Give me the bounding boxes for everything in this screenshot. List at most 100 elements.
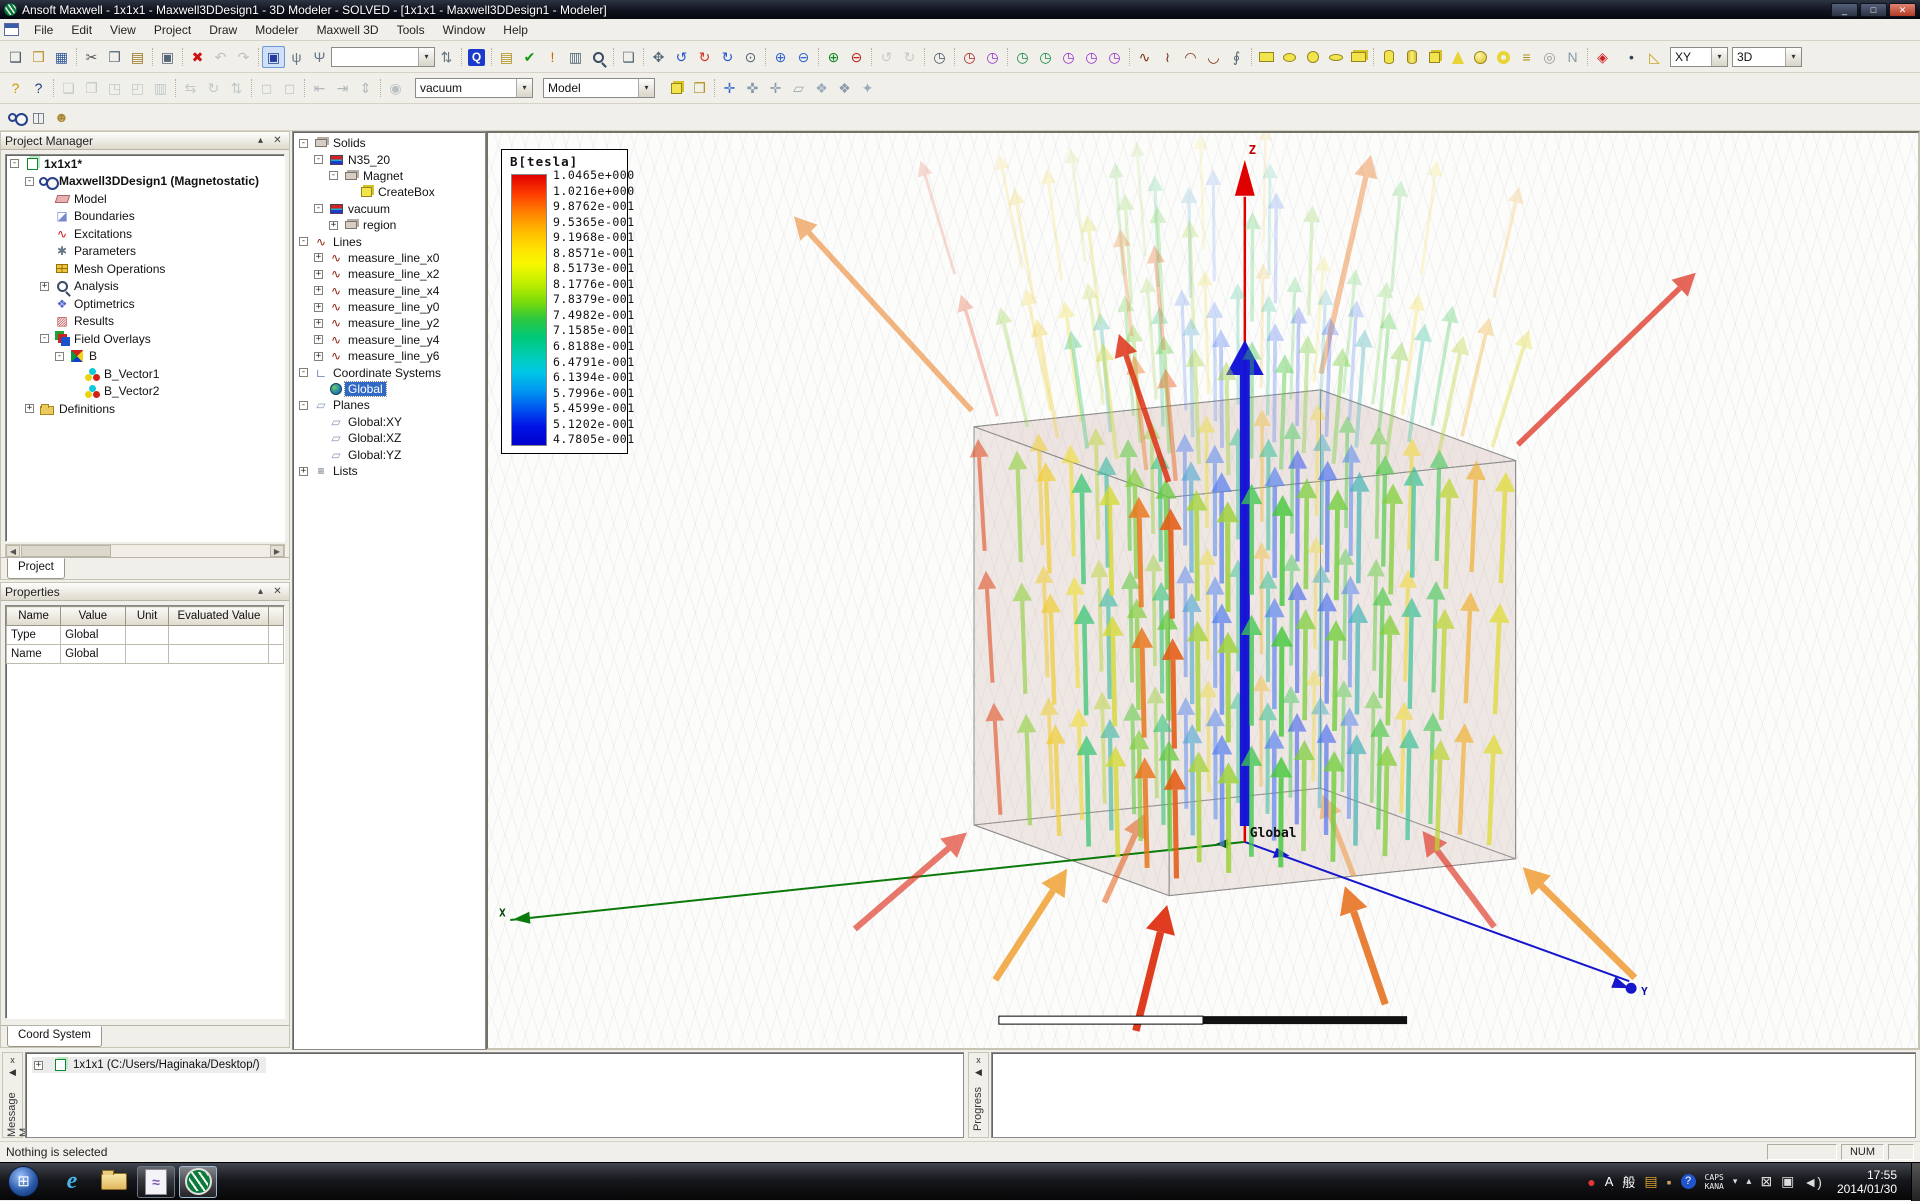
expander[interactable]: - xyxy=(299,237,308,246)
expander[interactable]: - xyxy=(299,139,308,148)
display-icon[interactable]: ▣ xyxy=(1781,1173,1794,1190)
prop-col-evaluated-value[interactable]: Evaluated Value xyxy=(169,607,269,626)
create-group-button[interactable]: ❏ xyxy=(57,77,80,99)
solve-optimetrics-button[interactable]: ◷ xyxy=(1080,46,1103,68)
show-hidden-icons[interactable]: ▴ xyxy=(1746,1176,1751,1187)
tree-item-maxwell3ddesign1-magnetostatic[interactable]: -Maxwell3DDesign1 (Magnetostatic) xyxy=(6,173,284,191)
move-cs-button[interactable]: ▱ xyxy=(787,77,810,99)
menu-project[interactable]: Project xyxy=(145,20,200,40)
drawing-plane-combo-dropdown-icon[interactable]: ▾ xyxy=(1711,48,1727,66)
menu-view[interactable]: View xyxy=(101,20,145,40)
undo-button[interactable]: ↶ xyxy=(209,46,232,68)
selection-combo[interactable]: ▾ xyxy=(331,47,435,67)
snap-edge-button[interactable]: ✜ xyxy=(741,77,764,99)
tree-item-field-overlays[interactable]: -Field Overlays xyxy=(6,330,284,348)
tree-item-results[interactable]: ▨Results xyxy=(6,313,284,331)
draw-line-button[interactable]: ∿ xyxy=(1133,46,1156,68)
move-button[interactable]: ◻ xyxy=(255,77,278,99)
expander[interactable]: - xyxy=(299,368,308,377)
expander[interactable]: - xyxy=(10,159,19,168)
rotate-cs-button[interactable]: ❖ xyxy=(810,77,833,99)
tree-item-magnet[interactable]: -Magnet xyxy=(295,168,485,184)
solve-setup-button[interactable]: ◷ xyxy=(928,46,951,68)
view-combo[interactable]: 3D▾ xyxy=(1732,47,1802,67)
expander[interactable]: - xyxy=(299,401,308,410)
tile-windows-button[interactable]: ◫ xyxy=(27,106,50,128)
expander[interactable]: + xyxy=(25,404,34,413)
expander[interactable]: - xyxy=(314,155,323,164)
draw-sphere-button[interactable] xyxy=(1469,46,1492,68)
solve-nominal-button[interactable]: ◷ xyxy=(1034,46,1057,68)
tree-item-model[interactable]: Model xyxy=(6,190,284,208)
expander[interactable]: - xyxy=(55,352,64,361)
network-error-icon[interactable]: ⊠ xyxy=(1760,1173,1772,1190)
expander[interactable]: + xyxy=(314,303,323,312)
tree-item-1x1x1[interactable]: -1x1x1* xyxy=(6,155,284,173)
zoom-out-region-button[interactable]: ⊖ xyxy=(792,46,815,68)
panel-collapse-icon[interactable]: ▴ xyxy=(253,586,268,597)
model-combo[interactable]: Model▾ xyxy=(543,78,655,98)
draw-arc-center-button[interactable]: ◠ xyxy=(1179,46,1202,68)
expander[interactable]: + xyxy=(329,221,338,230)
tree-item-coordinate-systems[interactable]: -∟Coordinate Systems xyxy=(295,364,485,380)
mdi-child-icon[interactable] xyxy=(4,23,19,36)
rotate-z-button[interactable]: ↻ xyxy=(716,46,739,68)
panel-close-icon[interactable]: x xyxy=(3,1055,22,1065)
create-region-button[interactable] xyxy=(1347,46,1370,68)
tree-item-lines[interactable]: -∿Lines xyxy=(295,233,485,249)
draw-plane-button[interactable]: ◺ xyxy=(1643,46,1666,68)
delete-button[interactable]: ✖ xyxy=(186,46,209,68)
help-tray-icon[interactable]: ? xyxy=(1681,1174,1696,1189)
ime-mode-a[interactable]: A xyxy=(1605,1174,1614,1189)
align-center-button[interactable]: ⇕ xyxy=(354,77,377,99)
ime-toolbox-icon[interactable]: ▤ xyxy=(1644,1173,1657,1190)
taskbar-clock[interactable]: 17:552014/01/30 xyxy=(1837,1168,1897,1196)
menu-draw[interactable]: Draw xyxy=(200,20,246,40)
drawing-plane-combo[interactable]: XY▾ xyxy=(1670,47,1728,67)
duplicate-around-axis-button[interactable]: ↻ xyxy=(202,77,225,99)
collapse-group-button[interactable]: ▥ xyxy=(149,77,172,99)
scroll-left-icon[interactable]: ◀ xyxy=(6,545,20,557)
dynamic-zoom-button[interactable]: ⊙ xyxy=(739,46,762,68)
show-desktop-button[interactable] xyxy=(1911,1163,1920,1201)
tree-item-measure-line-x0[interactable]: +∿measure_line_x0 xyxy=(295,250,485,266)
menu-modeler[interactable]: Modeler xyxy=(246,20,307,40)
minimize-button[interactable]: _ xyxy=(1831,3,1858,17)
new-button[interactable]: ❑ xyxy=(4,46,27,68)
object-cs-button[interactable]: ✦ xyxy=(856,77,879,99)
duplicate-along-line-button[interactable]: ⇆ xyxy=(179,77,202,99)
print-button[interactable]: ▣ xyxy=(156,46,179,68)
field-summary-button[interactable] xyxy=(587,46,610,68)
draw-bondwire-button[interactable]: N xyxy=(1561,46,1584,68)
expander[interactable]: + xyxy=(314,286,323,295)
project-tree-hscrollbar[interactable]: ◀ ▶ xyxy=(5,544,285,558)
tree-item-parameters[interactable]: ✱Parameters xyxy=(6,243,284,261)
zoom-out-button[interactable]: ⊖ xyxy=(845,46,868,68)
prop-col-value[interactable]: Value xyxy=(61,607,126,626)
material-combo[interactable]: vacuum▾ xyxy=(415,78,533,98)
message-project-item[interactable]: + 1x1x1 (C:/Users/Haginaka/Desktop/) xyxy=(32,1057,266,1073)
prop-col-name[interactable]: Name xyxy=(7,607,61,626)
solve-mesh-button[interactable]: ◷ xyxy=(1011,46,1034,68)
expander[interactable]: + xyxy=(40,282,49,291)
assign-material-button[interactable] xyxy=(665,77,688,99)
rotate-button[interactable]: ◻ xyxy=(278,77,301,99)
uncover-faces-button[interactable]: ◈ xyxy=(1591,46,1614,68)
save-button[interactable]: ▦ xyxy=(50,46,73,68)
prop-col-unit[interactable]: Unit xyxy=(125,607,169,626)
expander[interactable]: + xyxy=(34,1061,43,1070)
solve-sweep-button[interactable]: ◷ xyxy=(1057,46,1080,68)
expander[interactable]: + xyxy=(314,335,323,344)
rotate-model-button[interactable]: ↺ xyxy=(670,46,693,68)
menu-file[interactable]: File xyxy=(25,20,62,40)
tree-item-measure-line-y6[interactable]: +∿measure_line_y6 xyxy=(295,348,485,364)
abort-solve-button[interactable]: ◷ xyxy=(958,46,981,68)
expander[interactable]: + xyxy=(314,270,323,279)
zoom-in-button[interactable]: ⊕ xyxy=(822,46,845,68)
tree-item-analysis[interactable]: +Analysis xyxy=(6,278,284,296)
help-button[interactable]: ? xyxy=(4,77,27,99)
prop-row-type[interactable]: TypeGlobal xyxy=(7,626,284,645)
snap-vertex-button[interactable]: ✛ xyxy=(718,77,741,99)
tree-item-global-xy[interactable]: ▱Global:XY xyxy=(295,414,485,430)
scroll-right-icon[interactable]: ▶ xyxy=(270,545,284,557)
